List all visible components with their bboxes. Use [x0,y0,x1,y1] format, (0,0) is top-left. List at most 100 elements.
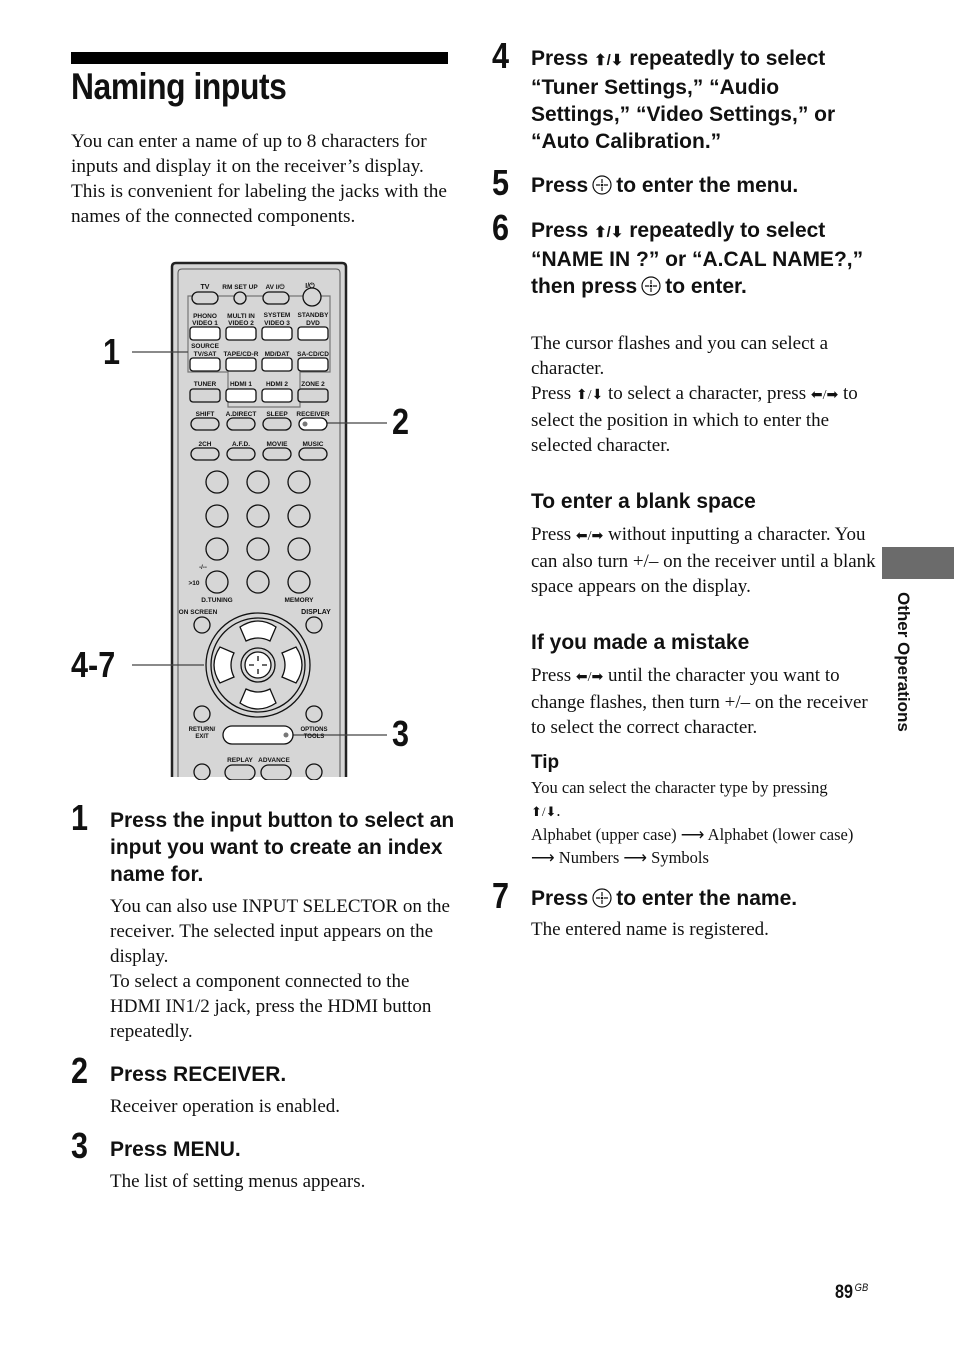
label-exit: EXIT [195,734,209,740]
input-button-row2-2[interactable] [261,326,293,341]
step-3-number: 3 [71,1125,89,1166]
shift-button[interactable] [190,417,220,431]
label-shift: SHIFT [196,411,215,418]
label-tvsat: TV/SAT [194,351,217,358]
label-replay: REPLAY [227,757,253,764]
label-video3: VIDEO 3 [264,320,290,327]
next-button[interactable] [305,763,323,781]
music-button[interactable] [298,447,328,461]
options-button[interactable] [305,705,323,723]
up-arrow-button[interactable] [239,620,277,642]
afd-button[interactable] [226,447,256,461]
label-sleep: SLEEP [266,411,288,418]
replay-button[interactable] [224,764,256,781]
step-2-heading: Press RECEIVER. [110,1063,287,1086]
menu-button[interactable] [222,725,294,745]
power-button[interactable] [302,287,322,307]
number-8-button[interactable] [246,537,270,561]
input-button-row2-1[interactable] [225,326,257,341]
tuner-button[interactable] [189,388,221,403]
page-number: 89 GB [835,1282,868,1304]
blank-space-body: Press ⬅/➡ without inputting a character.… [531,522,876,599]
label-receiver: RECEIVER [296,411,330,418]
step-6-body-press: Press [531,383,576,404]
input-button-row3-3[interactable] [297,357,329,372]
section-tab-label: Other Operations [894,592,913,732]
display-button[interactable] [305,616,323,634]
label-tv: TV [201,284,210,291]
advance-button[interactable] [260,764,292,781]
label-dtuning: D.TUNING [201,597,232,604]
left-right-arrows-icon: ⬅/➡ [575,529,604,544]
enter-button[interactable] [287,570,311,594]
return-button[interactable] [193,705,211,723]
page-number-value: 89 [835,1282,853,1303]
step-5-number: 5 [492,162,510,203]
step-3-body: The list of setting menus appears. [110,1171,366,1192]
step-7-number: 7 [492,875,510,916]
number-5-button[interactable] [246,504,270,528]
down-arrow-button[interactable] [239,688,277,710]
on-screen-button[interactable] [193,616,211,634]
number-7-button[interactable] [205,537,229,561]
twoch-button[interactable] [190,447,220,461]
label-hdmi1: HDMI 1 [230,381,252,388]
label-tapecdr: TAPE/CD-R [224,351,259,358]
up-down-arrows-icon: ⬆/⬇ [594,224,624,241]
label-tools: TOOLS [304,734,325,740]
label-hdmi2: HDMI 2 [266,381,288,388]
clear-button[interactable] [205,570,229,594]
tv-button[interactable] [191,291,219,305]
input-button-row2-3[interactable] [297,326,329,341]
right-arrow-button[interactable] [281,646,303,684]
enter-button-icon [592,888,612,908]
label-dash: -/-- [199,565,207,571]
number-4-button[interactable] [205,504,229,528]
input-button-row3-1[interactable] [225,357,257,372]
enter-center-button[interactable] [244,651,272,679]
tip-sequence: Alphabet (upper case) ⟶ Alphabet (lower … [531,825,854,867]
number-6-button[interactable] [287,504,311,528]
movie-button[interactable] [262,447,292,461]
mistake-body: Press ⬅/➡ until the character you want t… [531,663,876,740]
label-zone2: ZONE 2 [301,381,325,388]
section-tab [882,547,954,579]
label-mddat: MD/DAT [265,351,290,358]
previous-button[interactable] [193,763,211,781]
intro-paragraph: You can enter a name of up to 8 characte… [71,131,447,227]
input-button-row3-2[interactable] [261,357,293,372]
zero-ten-button[interactable] [246,570,270,594]
tip-heading: Tip [531,752,560,773]
label-dvd: DVD [306,320,320,327]
step-1-heading: Press the input button to select an inpu… [110,809,455,886]
input-button-row3-0[interactable] [189,357,221,372]
label-afd: A.F.D. [232,441,250,448]
receiver-dot [302,421,308,427]
sleep-button[interactable] [262,417,292,431]
number-2-button[interactable] [246,470,270,494]
label-rm_setup: RM SET UP [222,284,258,291]
enter-button-icon [641,276,661,296]
step-6-number: 6 [492,207,510,248]
av-power-button[interactable] [262,291,290,305]
number-9-button[interactable] [287,537,311,561]
hdmi2-button[interactable] [261,388,293,403]
label-tuner: TUNER [194,381,217,388]
hdmi1-button[interactable] [225,388,257,403]
adirect-button[interactable] [226,417,256,431]
step-6-body: The cursor flashes and you can select a … [531,331,871,458]
label-video1: VIDEO 1 [192,320,218,327]
number-3-button[interactable] [287,470,311,494]
rm-setup-button[interactable] [233,291,247,305]
step-7-body: The entered name is registered. [531,919,769,940]
number-1-button[interactable] [205,470,229,494]
step-5-heading-pre: Press [531,174,589,197]
label-video2: VIDEO 2 [228,320,254,327]
input-button-row2-0[interactable] [189,326,221,341]
left-arrow-button[interactable] [213,646,235,684]
zone2-button[interactable] [297,388,329,403]
step-1-number: 1 [71,797,89,838]
up-down-arrows-icon: ⬆/⬇ [594,52,624,69]
label-phono: PHONO [193,313,217,320]
step-2-number: 2 [71,1050,89,1091]
